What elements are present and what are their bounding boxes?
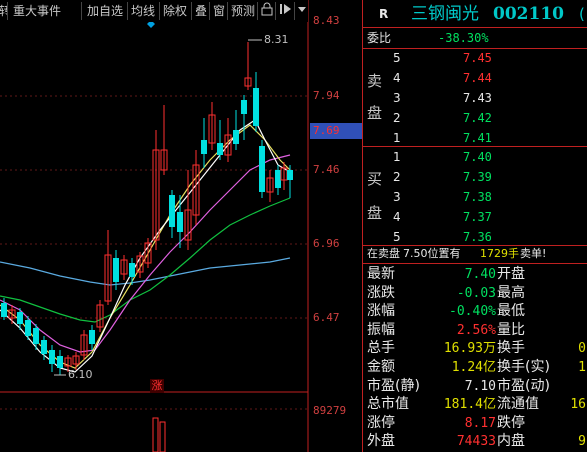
stat-row: 涨跌 -0.03 最高 (363, 284, 587, 303)
r-badge: R (379, 7, 389, 21)
stat-row: 外盘 74433 内盘 9 (363, 432, 587, 451)
stat-value: 74433 (456, 434, 496, 450)
lock-icon[interactable] (258, 2, 276, 20)
stat-label: 最高 (497, 284, 525, 301)
buy-level-2: 2 7.39 (393, 170, 492, 184)
chart-toolbar: 转 重大事件 加自选 均线 除权 叠 窗 预测 (0, 0, 308, 22)
toolbar-item-overlay[interactable]: 叠 (192, 2, 210, 20)
toolbar-item-forecast[interactable]: 预测 (228, 2, 258, 20)
buy-level-5: 5 7.36 (393, 230, 492, 244)
stat-row: 振幅 2.56% 量比 (363, 321, 587, 340)
dropdown-arrow-icon[interactable] (295, 2, 308, 20)
sell-level-4: 4 7.44 (393, 71, 492, 85)
stock-header: R 三钢闽光 002110 ( (379, 4, 585, 24)
current-price-tick: 7.69 (310, 123, 362, 139)
stat-label: 内盘 (497, 433, 525, 450)
stat-label: 市盈(动) (497, 377, 550, 394)
play-arrow-icon[interactable] (277, 2, 295, 20)
stat-row: 市盈(静) 7.10 市盈(动) (363, 377, 587, 396)
stock-name: 三钢闽光 (411, 4, 479, 24)
stat-label: 金额 (367, 359, 395, 375)
stat-label: 涨幅 (367, 303, 395, 320)
stat-value: 1 (578, 360, 586, 375)
stat-label: 振幅 (367, 321, 395, 338)
stat-label: 开盘 (497, 266, 525, 282)
stat-label: 涨跌 (367, 284, 395, 301)
stat-label: 市盈(静) (367, 377, 420, 394)
stat-row: 总市值 181.4亿 流通值 16 (363, 395, 587, 414)
stock-code: 002110 (493, 4, 564, 24)
weibi-value: -38.30% (438, 31, 489, 45)
kline-chart[interactable] (0, 0, 362, 452)
stat-value: 1.24亿 (451, 360, 496, 375)
low-price-marker: 6.10 (68, 368, 93, 381)
stat-label: 涨停 (367, 414, 395, 431)
toolbar-item-add-favorite[interactable]: 加自选 (84, 2, 128, 20)
stat-value: 0 (578, 341, 586, 357)
order-notice: 在卖盘 7.50位置有 1729手 卖单! (367, 247, 547, 260)
stat-label: 最低 (497, 303, 525, 320)
stat-label: 跌停 (497, 414, 525, 431)
stat-label: 总市值 (367, 396, 409, 413)
buy-level-1: 1 7.40 (393, 150, 492, 164)
stat-value: 7.10 (464, 378, 496, 394)
stat-label: 总手 (367, 340, 395, 357)
weibi-row: 委比 -38.30% (363, 28, 587, 48)
sell-level-2: 2 7.42 (393, 111, 492, 125)
stat-label: 流通值 (497, 396, 539, 413)
limit-up-marker: 涨 (150, 379, 164, 393)
stat-value: 16.93万 (443, 341, 496, 357)
toolbar-item-ma[interactable]: 均线 (128, 2, 160, 20)
stat-value: 181.4亿 (443, 397, 496, 413)
stat-row: 涨幅 -0.40% 最低 (363, 302, 587, 321)
stat-value: 7.40 (464, 267, 496, 282)
high-price-marker: 8.31 (264, 33, 289, 46)
sell-level-1: 1 7.41 (393, 131, 492, 145)
sell-level-5: 5 7.45 (393, 51, 492, 65)
stat-row: 金额 1.24亿 换手(实) 1 (363, 358, 587, 377)
stat-value: 2.56% (456, 322, 496, 338)
stat-value: -0.40% (449, 304, 496, 320)
buy-level-4: 4 7.37 (393, 210, 492, 224)
stat-value: 8.17 (464, 415, 496, 431)
stat-label: 换手 (497, 340, 525, 357)
toolbar-item-exright[interactable]: 除权 (160, 2, 192, 20)
toolbar-item-major-events[interactable]: 重大事件 (10, 2, 82, 20)
sell-level-3: 3 7.43 (393, 91, 492, 105)
quote-panel: R 三钢闽光 002110 ( 委比 -38.30% 卖 盘 5 7.45 4 7.… (362, 0, 587, 452)
toolbar-item-zhuan[interactable]: 转 (0, 2, 8, 20)
buy-level-3: 3 7.38 (393, 190, 492, 204)
stat-value: -0.03 (456, 285, 496, 301)
stat-label: 量比 (497, 321, 525, 338)
stat-label: 最新 (367, 266, 395, 282)
stat-value: 9 (578, 434, 586, 450)
stat-label: 外盘 (367, 433, 395, 450)
stat-row: 涨停 8.17 跌停 (363, 414, 587, 433)
stat-label: 换手(实) (497, 359, 550, 375)
toolbar-item-window[interactable]: 窗 (210, 2, 228, 20)
stat-row: 最新 7.40 开盘 (363, 265, 587, 284)
stat-value: 16 (570, 397, 586, 413)
stat-row: 总手 16.93万 换手 0 (363, 339, 587, 358)
